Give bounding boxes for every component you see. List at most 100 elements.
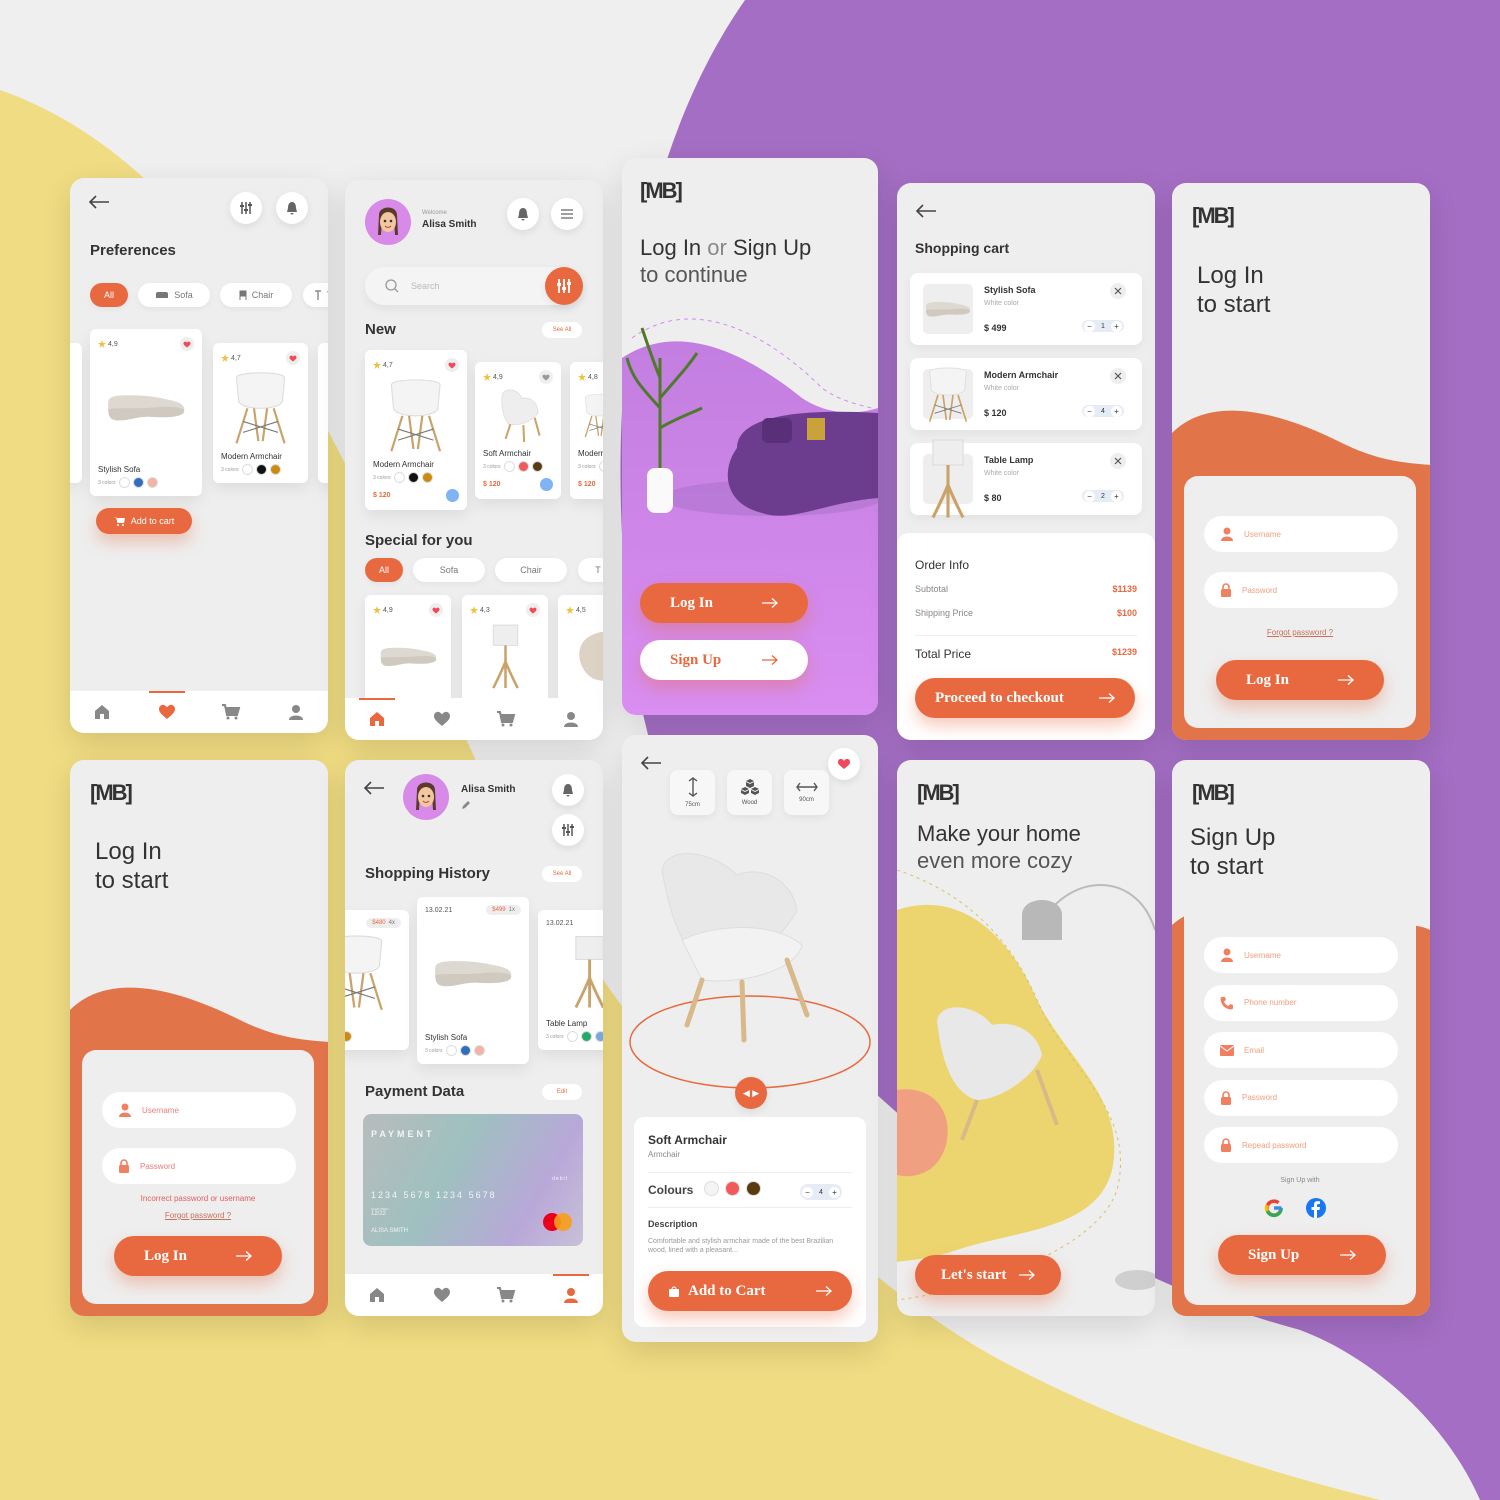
product-card[interactable]: 4,9 Stylish Sofa 3 colors	[90, 329, 202, 496]
product-card[interactable]: 4,8 Modern 3 colors $ 120	[570, 362, 603, 499]
increment-button[interactable]: +	[1110, 490, 1122, 502]
forgot-password-link[interactable]: Forgot password ?	[82, 1211, 314, 1220]
email-input[interactable]: Email	[1204, 1032, 1398, 1068]
facebook-icon[interactable]	[1306, 1198, 1326, 1218]
product-card-partial[interactable]	[318, 343, 328, 483]
color-swatch[interactable]	[407, 472, 419, 483]
product-card[interactable]: 13.02.21$4804x Armchair	[345, 910, 409, 1050]
nav-home[interactable]	[359, 698, 396, 731]
product-card-partial[interactable]	[70, 343, 82, 483]
login-button[interactable]: Log In	[114, 1236, 282, 1276]
color-swatch[interactable]	[704, 1181, 719, 1196]
favorite-button[interactable]	[429, 603, 443, 617]
nav-user[interactable]	[284, 700, 308, 724]
password-input[interactable]: Password	[1204, 1079, 1398, 1116]
signup-button[interactable]: Sign Up	[640, 640, 808, 680]
color-swatch[interactable]	[421, 472, 433, 483]
quantity-stepper[interactable]: −2 +	[1082, 490, 1124, 502]
cart-item[interactable]: Table Lamp White color $ 80 −2 +	[910, 439, 1142, 519]
category-chip-chair[interactable]: Chair	[220, 283, 292, 307]
color-swatch[interactable]	[241, 464, 253, 475]
color-swatch[interactable]	[566, 1031, 578, 1042]
filter-button[interactable]	[545, 267, 583, 305]
decrement-button[interactable]: −	[1084, 405, 1095, 417]
remove-item-button[interactable]	[1110, 368, 1126, 384]
quantity-stepper[interactable]: −4 +	[1082, 405, 1124, 417]
decrement-button[interactable]: −	[1084, 490, 1095, 502]
category-chip-sofa[interactable]: Sofa	[413, 558, 485, 582]
nav-user[interactable]	[559, 707, 583, 731]
color-swatch[interactable]	[146, 477, 158, 488]
product-card[interactable]: 4,7 Modern Armchair 3 colors	[213, 343, 308, 483]
color-swatch[interactable]	[473, 1045, 485, 1056]
quantity-stepper[interactable]: −1 +	[1082, 320, 1124, 332]
color-swatch[interactable]	[132, 477, 144, 488]
username-input[interactable]: Username	[1204, 937, 1398, 973]
quantity-stepper[interactable]: −4 +	[800, 1184, 842, 1200]
rotate-handle[interactable]: ◀ ▶	[735, 1077, 767, 1109]
nav-cart[interactable]	[494, 1283, 518, 1307]
add-to-cart-icon-button[interactable]	[540, 478, 553, 491]
category-chip-all[interactable]: All	[365, 558, 403, 582]
product-card[interactable]: 13.02.21 $499 1x Stylish Sofa 3 colors	[417, 897, 529, 1064]
nav-cart[interactable]	[494, 707, 518, 731]
category-chip-sofa[interactable]: Sofa	[138, 283, 210, 307]
back-arrow-icon[interactable]	[363, 780, 385, 796]
checkout-button[interactable]: Proceed to checkout	[915, 678, 1135, 718]
forgot-password-link[interactable]: Forgot password ?	[1184, 628, 1416, 637]
add-to-cart-button[interactable]: Add to cart	[96, 508, 192, 534]
notifications-button[interactable]	[552, 774, 584, 806]
color-swatch[interactable]	[598, 461, 603, 472]
color-swatch[interactable]	[393, 472, 405, 483]
product-card[interactable]: 4,7 Modern Armchair 3 colors $ 120	[365, 350, 467, 510]
see-all-button[interactable]: See All	[542, 866, 582, 882]
favorite-button[interactable]	[539, 370, 553, 384]
notifications-button[interactable]	[507, 198, 539, 230]
avatar[interactable]	[365, 199, 411, 245]
nav-heart[interactable]	[148, 691, 185, 724]
username-input[interactable]: Username	[102, 1092, 296, 1128]
back-arrow-icon[interactable]	[640, 755, 662, 771]
product-card[interactable]: 13.02.21$1 Table Lamp 3 colors	[538, 910, 603, 1050]
login-button[interactable]: Log In	[1216, 660, 1384, 700]
color-swatch[interactable]	[459, 1045, 471, 1056]
lets-start-button[interactable]: Let's start	[915, 1255, 1061, 1295]
favorite-button[interactable]	[180, 337, 194, 351]
edit-payment-button[interactable]: Edit	[542, 1084, 582, 1100]
color-swatch[interactable]	[118, 477, 130, 488]
repead-password-input[interactable]: Repead password	[1204, 1127, 1398, 1163]
signup-button[interactable]: Sign Up	[1218, 1235, 1386, 1275]
decrement-button[interactable]: −	[1084, 320, 1095, 332]
remove-item-button[interactable]	[1110, 453, 1126, 469]
nav-heart[interactable]	[430, 707, 454, 731]
cart-item[interactable]: Stylish Sofa White color $ 499 −1 +	[910, 273, 1142, 345]
filter-button[interactable]	[230, 192, 262, 224]
add-to-cart-icon-button[interactable]	[446, 489, 459, 502]
notifications-button[interactable]	[276, 192, 308, 224]
remove-item-button[interactable]	[1110, 283, 1126, 299]
color-swatch[interactable]	[345, 1031, 352, 1042]
product-card[interactable]: 4,9 Soft Armchair 3 colors $ 120	[475, 362, 561, 499]
filter-button[interactable]	[552, 814, 584, 846]
color-swatch[interactable]	[725, 1181, 740, 1196]
product-card[interactable]: 4,5Comfortable	[558, 595, 603, 715]
login-button[interactable]: Log In	[640, 583, 808, 623]
nav-user[interactable]	[552, 1274, 589, 1307]
color-swatch[interactable]	[445, 1045, 457, 1056]
nav-cart[interactable]	[219, 700, 243, 724]
product-card[interactable]: 4,9Stylish Sofa	[365, 595, 451, 715]
color-swatch[interactable]	[517, 461, 529, 472]
payment-card[interactable]: PAYMENT debit 1234 5678 1234 5678 VALID …	[363, 1114, 583, 1246]
menu-button[interactable]	[551, 198, 583, 230]
favorite-button[interactable]	[828, 748, 860, 780]
color-swatch[interactable]	[503, 461, 515, 472]
username-input[interactable]: Username	[1204, 516, 1398, 552]
color-swatch[interactable]	[269, 464, 281, 475]
nav-home[interactable]	[90, 700, 114, 724]
increment-button[interactable]: +	[1110, 405, 1122, 417]
category-chip-t[interactable]: T	[303, 283, 328, 307]
increment-button[interactable]: +	[1110, 320, 1122, 332]
color-swatch[interactable]	[531, 461, 543, 472]
favorite-button[interactable]	[445, 358, 459, 372]
color-swatch[interactable]	[580, 1031, 592, 1042]
